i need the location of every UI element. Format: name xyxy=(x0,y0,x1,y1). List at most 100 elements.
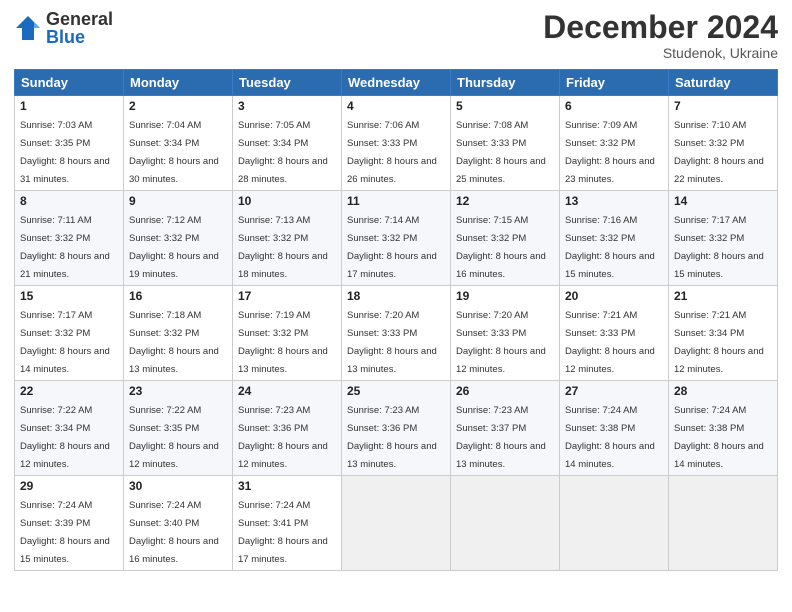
empty-cell-w5-7 xyxy=(669,476,778,571)
day-cell-18: 18 Sunrise: 7:20 AM Sunset: 3:33 PM Dayl… xyxy=(342,286,451,381)
day-cell-29: 29 Sunrise: 7:24 AM Sunset: 3:39 PM Dayl… xyxy=(15,476,124,571)
logo: General Blue xyxy=(14,10,113,46)
logo-icon xyxy=(14,14,42,42)
daylight-7: Daylight: 8 hours and 22 minutes. xyxy=(674,156,764,185)
day-cell-10: 10 Sunrise: 7:13 AM Sunset: 3:32 PM Dayl… xyxy=(233,191,342,286)
day-cell-6: 6 Sunrise: 7:09 AM Sunset: 3:32 PM Dayli… xyxy=(560,96,669,191)
sunrise-2: Sunrise: 7:04 AM xyxy=(129,120,201,131)
day-info-5: Sunrise: 7:08 AM Sunset: 3:33 PM Dayligh… xyxy=(456,120,546,185)
col-monday: Monday xyxy=(124,70,233,96)
day-info-8: Sunrise: 7:11 AM Sunset: 3:32 PM Dayligh… xyxy=(20,215,110,280)
week-row-5: 29 Sunrise: 7:24 AM Sunset: 3:39 PM Dayl… xyxy=(15,476,778,571)
day-num-13: 13 xyxy=(565,194,663,208)
col-saturday: Saturday xyxy=(669,70,778,96)
logo-general: General xyxy=(46,10,113,28)
sunset-3: Sunset: 3:34 PM xyxy=(238,138,308,149)
day-cell-21: 21 Sunrise: 7:21 AM Sunset: 3:34 PM Dayl… xyxy=(669,286,778,381)
day-num-4: 4 xyxy=(347,99,445,113)
day-cell-2: 2 Sunrise: 7:04 AM Sunset: 3:34 PM Dayli… xyxy=(124,96,233,191)
day-cell-20: 20 Sunrise: 7:21 AM Sunset: 3:33 PM Dayl… xyxy=(560,286,669,381)
header: General Blue December 2024 Studenok, Ukr… xyxy=(14,10,778,61)
empty-cell-w5-6 xyxy=(560,476,669,571)
daylight-6: Daylight: 8 hours and 23 minutes. xyxy=(565,156,655,185)
daylight-4: Daylight: 8 hours and 26 minutes. xyxy=(347,156,437,185)
sunset-2: Sunset: 3:34 PM xyxy=(129,138,199,149)
day-cell-4: 4 Sunrise: 7:06 AM Sunset: 3:33 PM Dayli… xyxy=(342,96,451,191)
day-cell-19: 19 Sunrise: 7:20 AM Sunset: 3:33 PM Dayl… xyxy=(451,286,560,381)
col-wednesday: Wednesday xyxy=(342,70,451,96)
day-num-9: 9 xyxy=(129,194,227,208)
day-cell-26: 26 Sunrise: 7:23 AM Sunset: 3:37 PM Dayl… xyxy=(451,381,560,476)
day-cell-25: 25 Sunrise: 7:23 AM Sunset: 3:36 PM Dayl… xyxy=(342,381,451,476)
day-cell-23: 23 Sunrise: 7:22 AM Sunset: 3:35 PM Dayl… xyxy=(124,381,233,476)
day-num-7: 7 xyxy=(674,99,772,113)
calendar-header-row: Sunday Monday Tuesday Wednesday Thursday… xyxy=(15,70,778,96)
day-info-4: Sunrise: 7:06 AM Sunset: 3:33 PM Dayligh… xyxy=(347,120,437,185)
day-cell-9: 9 Sunrise: 7:12 AM Sunset: 3:32 PM Dayli… xyxy=(124,191,233,286)
sunrise-7: Sunrise: 7:10 AM xyxy=(674,120,746,131)
sunrise-3: Sunrise: 7:05 AM xyxy=(238,120,310,131)
day-cell-28: 28 Sunrise: 7:24 AM Sunset: 3:38 PM Dayl… xyxy=(669,381,778,476)
day-num-3: 3 xyxy=(238,99,336,113)
day-num-11: 11 xyxy=(347,194,445,208)
calendar-table: Sunday Monday Tuesday Wednesday Thursday… xyxy=(14,69,778,571)
sunset-4: Sunset: 3:33 PM xyxy=(347,138,417,149)
day-info-2: Sunrise: 7:04 AM Sunset: 3:34 PM Dayligh… xyxy=(129,120,219,185)
day-cell-13: 13 Sunrise: 7:16 AM Sunset: 3:32 PM Dayl… xyxy=(560,191,669,286)
logo-text: General Blue xyxy=(46,10,113,46)
daylight-5: Daylight: 8 hours and 25 minutes. xyxy=(456,156,546,185)
day-cell-22: 22 Sunrise: 7:22 AM Sunset: 3:34 PM Dayl… xyxy=(15,381,124,476)
day-cell-3: 3 Sunrise: 7:05 AM Sunset: 3:34 PM Dayli… xyxy=(233,96,342,191)
sunset-5: Sunset: 3:33 PM xyxy=(456,138,526,149)
day-cell-11: 11 Sunrise: 7:14 AM Sunset: 3:32 PM Dayl… xyxy=(342,191,451,286)
day-cell-15: 15 Sunrise: 7:17 AM Sunset: 3:32 PM Dayl… xyxy=(15,286,124,381)
logo-blue: Blue xyxy=(46,28,113,46)
day-cell-5: 5 Sunrise: 7:08 AM Sunset: 3:33 PM Dayli… xyxy=(451,96,560,191)
day-info-7: Sunrise: 7:10 AM Sunset: 3:32 PM Dayligh… xyxy=(674,120,764,185)
page: General Blue December 2024 Studenok, Ukr… xyxy=(0,0,792,612)
week-row-2: 8 Sunrise: 7:11 AM Sunset: 3:32 PM Dayli… xyxy=(15,191,778,286)
day-num-14: 14 xyxy=(674,194,772,208)
sunrise-1: Sunrise: 7:03 AM xyxy=(20,120,92,131)
sunset-6: Sunset: 3:32 PM xyxy=(565,138,635,149)
day-num-6: 6 xyxy=(565,99,663,113)
day-cell-7: 7 Sunrise: 7:10 AM Sunset: 3:32 PM Dayli… xyxy=(669,96,778,191)
day-cell-8: 8 Sunrise: 7:11 AM Sunset: 3:32 PM Dayli… xyxy=(15,191,124,286)
col-tuesday: Tuesday xyxy=(233,70,342,96)
day-info-1: Sunrise: 7:03 AM Sunset: 3:35 PM Dayligh… xyxy=(20,120,110,185)
col-thursday: Thursday xyxy=(451,70,560,96)
day-cell-1: 1 Sunrise: 7:03 AM Sunset: 3:35 PM Dayli… xyxy=(15,96,124,191)
sunset-7: Sunset: 3:32 PM xyxy=(674,138,744,149)
col-sunday: Sunday xyxy=(15,70,124,96)
empty-cell-w5-5 xyxy=(451,476,560,571)
day-num-2: 2 xyxy=(129,99,227,113)
day-num-12: 12 xyxy=(456,194,554,208)
day-cell-31: 31 Sunrise: 7:24 AM Sunset: 3:41 PM Dayl… xyxy=(233,476,342,571)
daylight-2: Daylight: 8 hours and 30 minutes. xyxy=(129,156,219,185)
day-cell-14: 14 Sunrise: 7:17 AM Sunset: 3:32 PM Dayl… xyxy=(669,191,778,286)
sunrise-5: Sunrise: 7:08 AM xyxy=(456,120,528,131)
day-cell-24: 24 Sunrise: 7:23 AM Sunset: 3:36 PM Dayl… xyxy=(233,381,342,476)
day-info-3: Sunrise: 7:05 AM Sunset: 3:34 PM Dayligh… xyxy=(238,120,328,185)
day-num-8: 8 xyxy=(20,194,118,208)
day-cell-30: 30 Sunrise: 7:24 AM Sunset: 3:40 PM Dayl… xyxy=(124,476,233,571)
day-cell-27: 27 Sunrise: 7:24 AM Sunset: 3:38 PM Dayl… xyxy=(560,381,669,476)
day-info-6: Sunrise: 7:09 AM Sunset: 3:32 PM Dayligh… xyxy=(565,120,655,185)
daylight-3: Daylight: 8 hours and 28 minutes. xyxy=(238,156,328,185)
month-title: December 2024 xyxy=(543,10,778,45)
sunrise-4: Sunrise: 7:06 AM xyxy=(347,120,419,131)
week-row-4: 22 Sunrise: 7:22 AM Sunset: 3:34 PM Dayl… xyxy=(15,381,778,476)
week-row-1: 1 Sunrise: 7:03 AM Sunset: 3:35 PM Dayli… xyxy=(15,96,778,191)
day-cell-17: 17 Sunrise: 7:19 AM Sunset: 3:32 PM Dayl… xyxy=(233,286,342,381)
week-row-3: 15 Sunrise: 7:17 AM Sunset: 3:32 PM Dayl… xyxy=(15,286,778,381)
sunset-1: Sunset: 3:35 PM xyxy=(20,138,90,149)
day-cell-16: 16 Sunrise: 7:18 AM Sunset: 3:32 PM Dayl… xyxy=(124,286,233,381)
sunrise-6: Sunrise: 7:09 AM xyxy=(565,120,637,131)
day-num-5: 5 xyxy=(456,99,554,113)
day-num-10: 10 xyxy=(238,194,336,208)
day-num-1: 1 xyxy=(20,99,118,113)
daylight-1: Daylight: 8 hours and 31 minutes. xyxy=(20,156,110,185)
title-section: December 2024 Studenok, Ukraine xyxy=(543,10,778,61)
empty-cell-w5-4 xyxy=(342,476,451,571)
col-friday: Friday xyxy=(560,70,669,96)
